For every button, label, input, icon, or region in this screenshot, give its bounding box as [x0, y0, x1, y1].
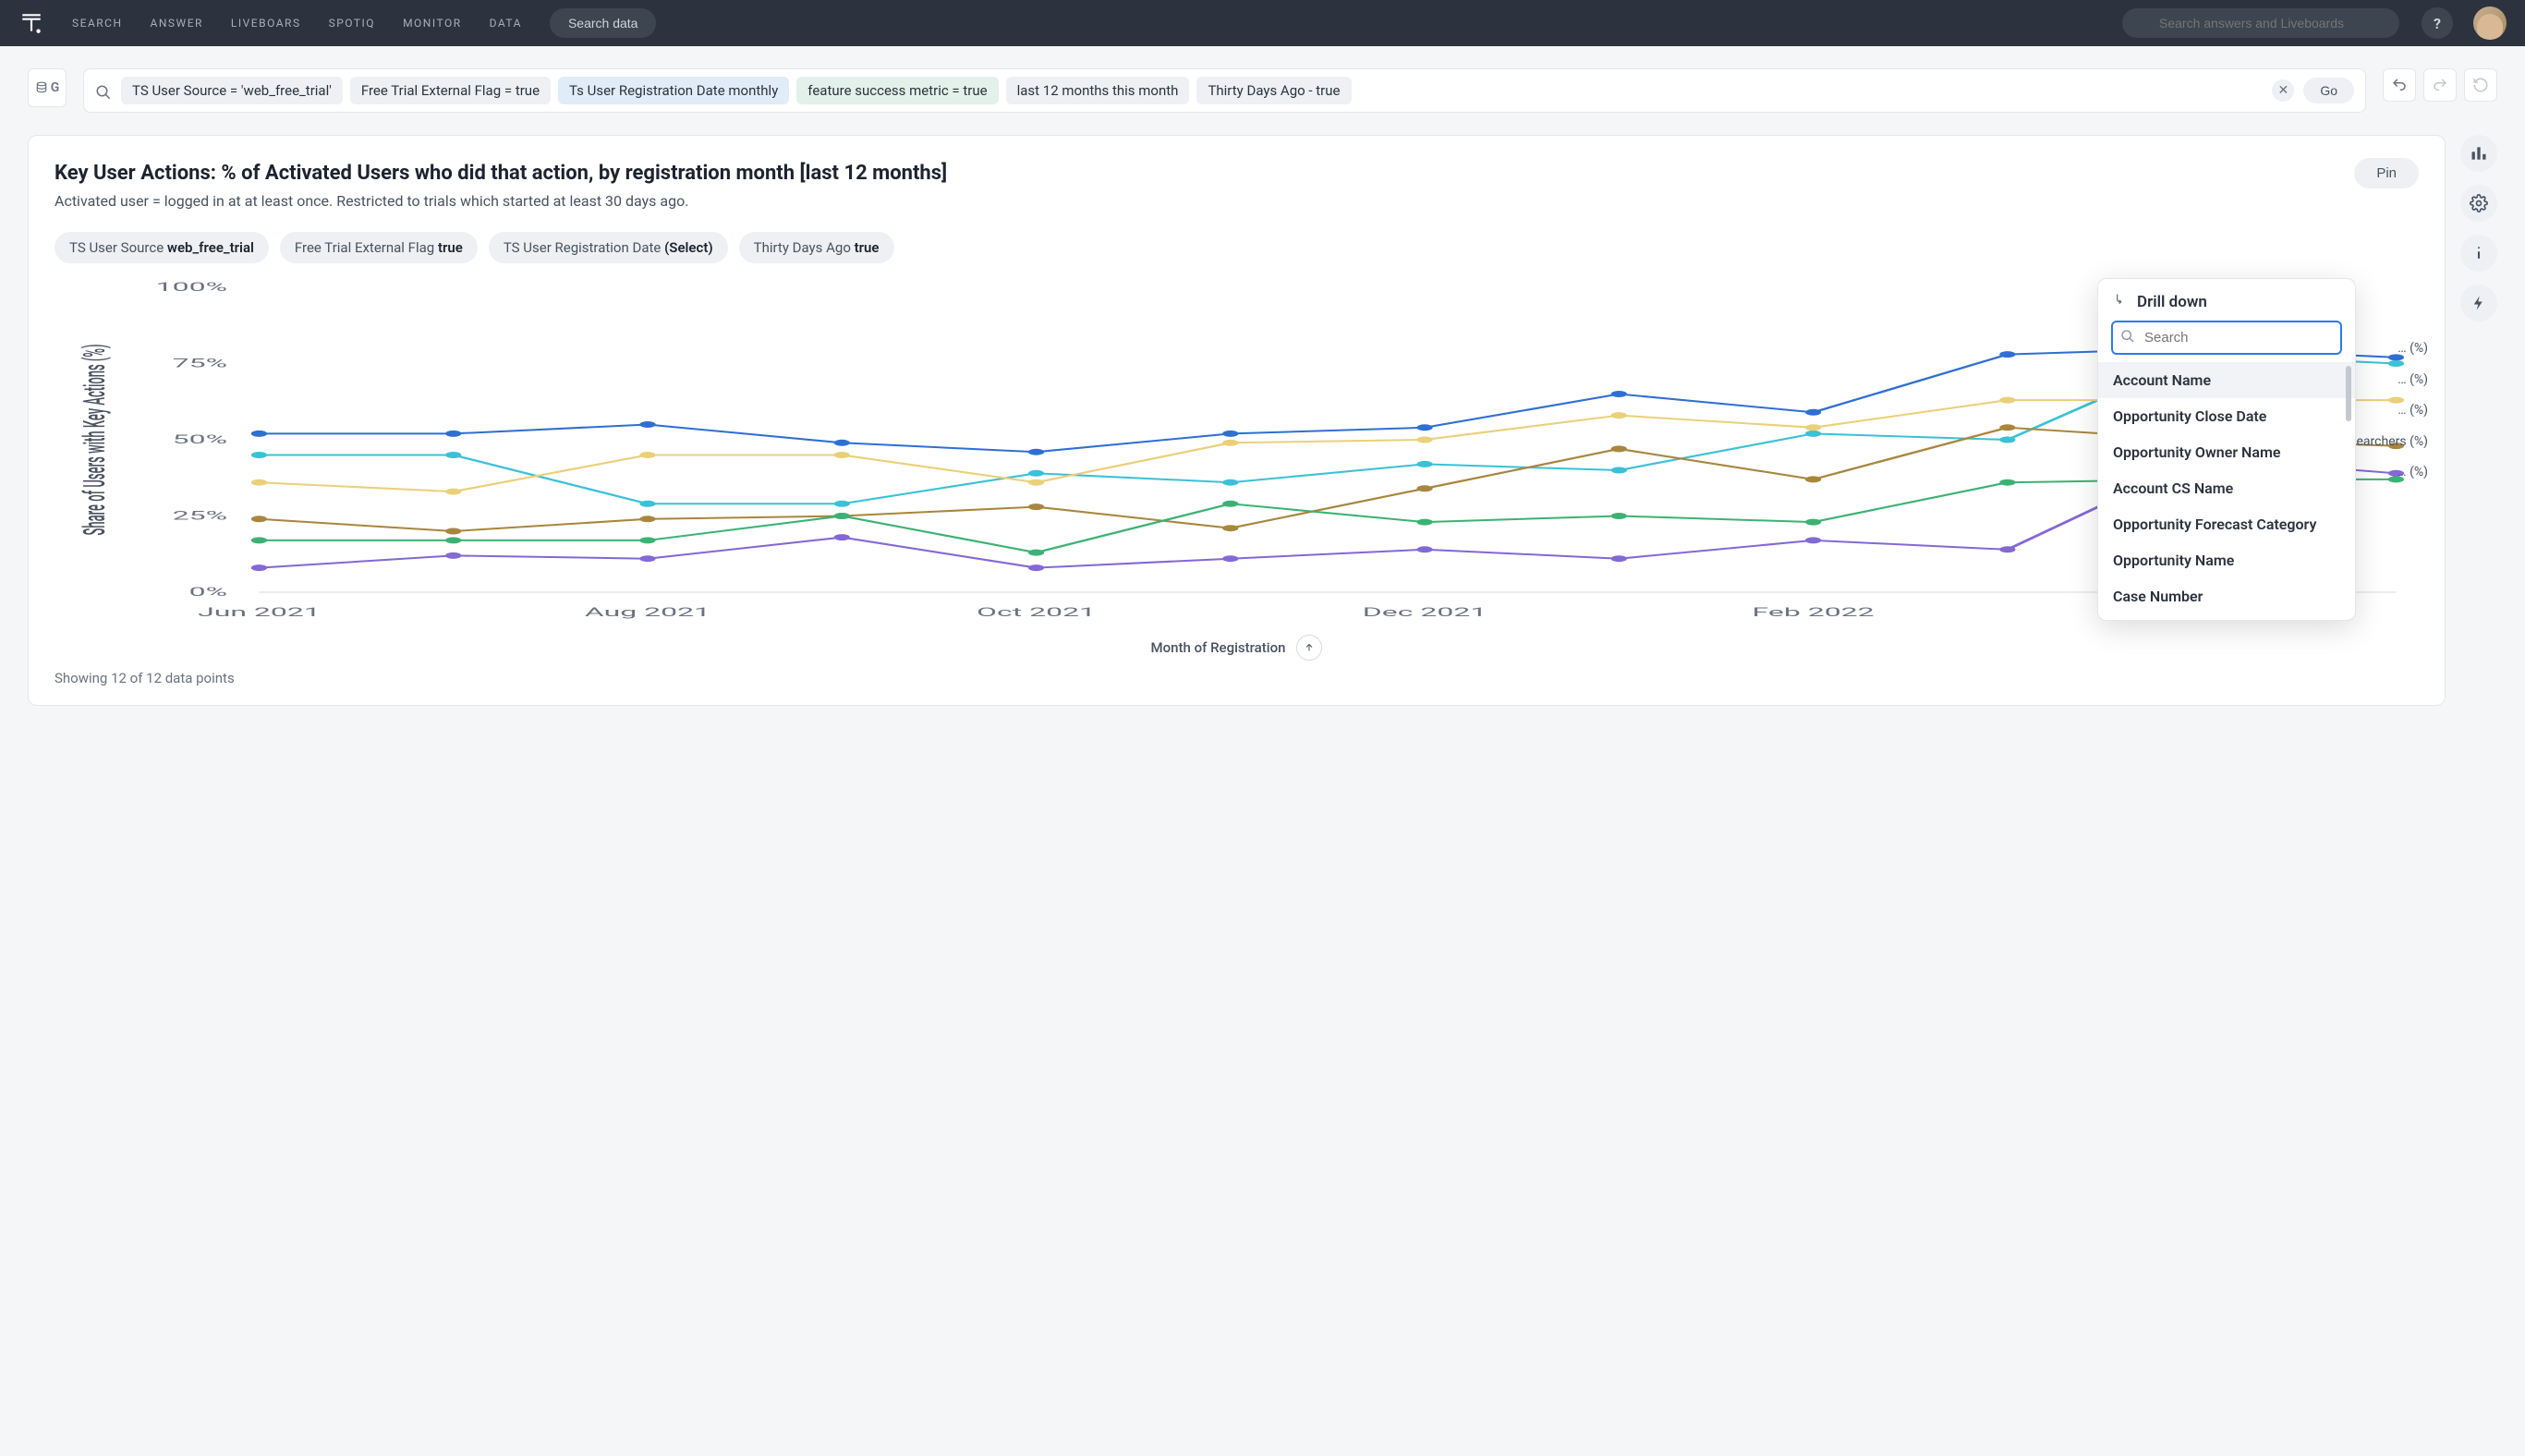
- search-pill[interactable]: feature success metric = true: [796, 77, 998, 104]
- drilldown-header: Drill down: [2098, 292, 2355, 321]
- line-chart[interactable]: 0% 25% 50% 75% 100% Jun 2021 Aug 2021 Oct 2021 D…: [55, 278, 2419, 629]
- search-pill[interactable]: Ts User Registration Date monthly: [558, 77, 789, 104]
- settings-button[interactable]: [2460, 185, 2497, 222]
- svg-text:0%: 0%: [189, 585, 227, 599]
- chart-type-button[interactable]: [2460, 135, 2497, 172]
- clear-search-button[interactable]: ✕: [2272, 79, 2294, 102]
- answer-title: Key User Actions: % of Activated Users w…: [55, 162, 2419, 185]
- nav-spotiq[interactable]: SPOTIQ: [329, 17, 375, 30]
- x-axis-label-row: Month of Registration: [55, 635, 2419, 661]
- filter-chips: TS User Source web_free_trial Free Trial…: [55, 232, 2419, 263]
- search-bar[interactable]: TS User Source = 'web_free_trial' Free T…: [83, 68, 2366, 113]
- search-pills: TS User Source = 'web_free_trial' Free T…: [121, 77, 2263, 104]
- svg-text:50%: 50%: [173, 432, 227, 446]
- search-row: G TS User Source = 'web_free_trial' Free…: [0, 46, 2525, 135]
- svg-text:Dec 2021: Dec 2021: [1363, 605, 1487, 619]
- undo-button[interactable]: [2383, 68, 2416, 102]
- chart-area: 0% 25% 50% 75% 100% Jun 2021 Aug 2021 Oct 2021 D…: [55, 278, 2419, 629]
- global-search-wrap: [2122, 8, 2399, 38]
- search-pill[interactable]: TS User Source = 'web_free_trial': [121, 77, 343, 104]
- top-nav: SEARCH ANSWER LIVEBOARS SPOTIQ MONITOR D…: [0, 0, 2525, 46]
- answer-card: Pin Key User Actions: % of Activated Use…: [28, 135, 2446, 706]
- svg-text:75%: 75%: [173, 356, 227, 370]
- reset-button[interactable]: [2464, 68, 2497, 102]
- svg-text:Feb 2022: Feb 2022: [1753, 605, 1875, 619]
- drilldown-item[interactable]: Account CS Name: [2098, 470, 2355, 506]
- filter-chip[interactable]: TS User Source web_free_trial: [55, 232, 269, 263]
- drilldown-item[interactable]: Account Name: [2098, 362, 2355, 398]
- side-toolbar: [2460, 135, 2497, 706]
- svg-text:Aug 2021: Aug 2021: [585, 605, 710, 619]
- source-chip-label: G: [51, 80, 60, 95]
- nav-search[interactable]: SEARCH: [72, 17, 123, 30]
- history-toolbar: [2383, 68, 2497, 113]
- info-button[interactable]: [2460, 235, 2497, 272]
- search-pill[interactable]: Free Trial External Flag = true: [350, 77, 551, 104]
- data-source-chip[interactable]: G: [28, 68, 67, 107]
- search-icon: [2120, 329, 2135, 347]
- drilldown-popup: Drill down Account Name Opportunity Clos…: [2097, 278, 2356, 621]
- nav-monitor[interactable]: MONITOR: [403, 17, 462, 30]
- drilldown-search-wrap: [2111, 321, 2342, 355]
- svg-text:25%: 25%: [173, 508, 227, 522]
- redo-button[interactable]: [2423, 68, 2457, 102]
- sort-button[interactable]: [1296, 635, 1322, 661]
- search-data-button[interactable]: Search data: [550, 8, 657, 38]
- go-button[interactable]: Go: [2303, 78, 2354, 103]
- answer-card-wrap: Pin Key User Actions: % of Activated Use…: [0, 135, 2525, 734]
- drilldown-item[interactable]: Opportunity Name: [2098, 542, 2355, 578]
- nav-answer[interactable]: ANSWER: [151, 17, 203, 30]
- nav-liveboards[interactable]: LIVEBOARS: [231, 17, 301, 30]
- spotiq-button[interactable]: [2460, 285, 2497, 322]
- drilldown-list: Account Name Opportunity Close Date Oppo…: [2098, 362, 2355, 614]
- answer-subtitle: Activated user = logged in at at least o…: [55, 192, 2419, 210]
- nav-data[interactable]: DATA: [490, 17, 522, 30]
- search-pill[interactable]: Thirty Days Ago - true: [1196, 77, 1351, 104]
- svg-text:Jun 2021: Jun 2021: [198, 605, 321, 619]
- app-logo[interactable]: [18, 10, 44, 36]
- data-points-summary: Showing 12 of 12 data points: [55, 670, 2419, 686]
- nav-links: SEARCH ANSWER LIVEBOARS SPOTIQ MONITOR D…: [72, 17, 522, 30]
- drilldown-item[interactable]: Opportunity Owner Name: [2098, 434, 2355, 470]
- drilldown-title: Drill down: [2137, 293, 2207, 311]
- drilldown-item[interactable]: Opportunity Forecast Category: [2098, 506, 2355, 542]
- svg-text:Share of Users with Key Action: Share of Users with Key Actions (%): [77, 344, 112, 535]
- drilldown-arrow-icon: [2113, 292, 2128, 311]
- avatar[interactable]: [2473, 6, 2507, 40]
- search-pill[interactable]: last 12 months this month: [1006, 77, 1190, 104]
- drilldown-item[interactable]: Opportunity Close Date: [2098, 398, 2355, 434]
- filter-chip[interactable]: Thirty Days Ago true: [739, 232, 894, 263]
- search-icon: [95, 84, 112, 104]
- drilldown-item[interactable]: Case Number: [2098, 578, 2355, 614]
- help-button[interactable]: ?: [2422, 7, 2453, 39]
- svg-text:100%: 100%: [156, 280, 227, 294]
- scrollbar-thumb[interactable]: [2346, 366, 2351, 421]
- pin-button[interactable]: Pin: [2354, 158, 2419, 188]
- svg-text:Oct 2021: Oct 2021: [977, 605, 1096, 619]
- filter-chip[interactable]: Free Trial External Flag true: [280, 232, 478, 263]
- x-axis-label: Month of Registration: [1151, 639, 1286, 656]
- global-search-input[interactable]: [2122, 8, 2399, 38]
- drilldown-search-input[interactable]: [2111, 321, 2342, 355]
- filter-chip[interactable]: TS User Registration Date (Select): [489, 232, 728, 263]
